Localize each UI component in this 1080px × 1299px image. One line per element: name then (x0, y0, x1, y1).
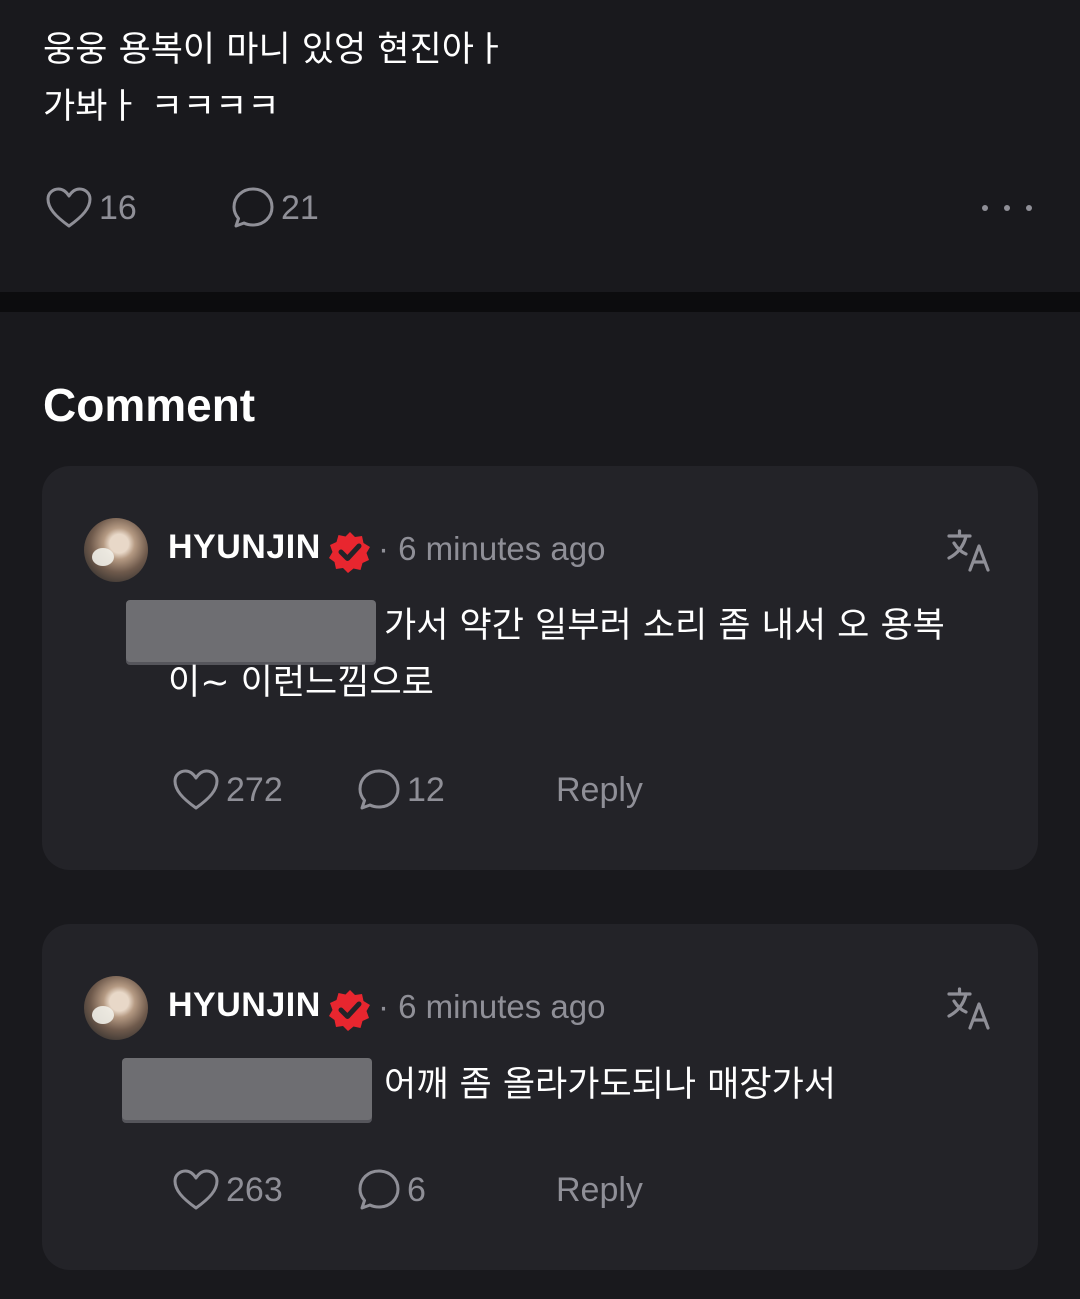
comment-text-line: 가서 약간 일부러 소리 좀 내서 오 용복 (384, 606, 945, 646)
more-dots-icon[interactable] (982, 200, 1032, 216)
comment-like-button[interactable]: 272 (172, 768, 283, 812)
comment-text-line: 어깨 좀 올라가도되나 매장가서 (384, 1065, 836, 1105)
comment-card: HYUNJIN · 6 minutes ago 가서 약간 일부러 소리 좀 내… (42, 466, 1038, 870)
reply-count: 12 (407, 770, 445, 809)
reply-button[interactable]: Reply (556, 771, 643, 810)
dot (982, 205, 988, 211)
comment-count: 21 (281, 188, 319, 227)
comment-time: · 6 minutes ago (378, 530, 606, 567)
comments-section: Comment HYUNJIN · 6 minutes ago 가서 약간 일부… (0, 312, 1080, 1299)
reply-count: 6 (407, 1170, 426, 1209)
post-like-button[interactable]: 16 (45, 186, 137, 230)
username[interactable]: HYUNJIN (168, 528, 321, 567)
dot (1026, 205, 1032, 211)
reply-button[interactable]: Reply (556, 1171, 643, 1210)
comment-bubble-icon (358, 1169, 400, 1210)
comments-title: Comment (43, 379, 256, 431)
like-count: 272 (226, 770, 283, 809)
post-text-line: 웅웅 용복이 마니 있엉 현진아ㅏ (43, 30, 507, 70)
comment-bubble-icon (358, 769, 400, 810)
comment-card: HYUNJIN · 6 minutes ago 어깨 좀 올라가도되나 매장가서 (42, 924, 1038, 1270)
avatar[interactable] (84, 518, 148, 582)
comment-text: 어깨 좀 올라가도되나 매장가서 (168, 1057, 1028, 1114)
section-divider (0, 292, 1080, 312)
comment-like-button[interactable]: 263 (172, 1168, 283, 1212)
verified-badge-icon (329, 532, 370, 573)
dot (1004, 205, 1010, 211)
comment-text: 가서 약간 일부러 소리 좀 내서 오 용복 이~ 이런느낌으로 (168, 598, 1028, 712)
comment-replies-button[interactable]: 6 (357, 1168, 426, 1212)
heart-icon (46, 187, 92, 228)
post: 웅웅 용복이 마니 있엉 현진아ㅏ 가봐ㅏ ㅋㅋㅋㅋ 16 21 (0, 0, 1080, 292)
comment-time: · 6 minutes ago (378, 988, 606, 1025)
post-comment-button[interactable]: 21 (231, 186, 319, 230)
heart-icon (173, 769, 219, 810)
comment-replies-button[interactable]: 12 (357, 768, 445, 812)
translate-icon[interactable] (946, 986, 992, 1032)
avatar[interactable] (84, 976, 148, 1040)
translate-icon[interactable] (946, 528, 992, 574)
post-text-line: 가봐ㅏ ㅋㅋㅋㅋ (43, 87, 280, 127)
like-count: 16 (99, 188, 137, 227)
verified-badge-icon (329, 990, 370, 1031)
like-count: 263 (226, 1170, 283, 1209)
comment-text-line: 이~ 이런느낌으로 (168, 663, 434, 703)
post-text: 웅웅 용복이 마니 있엉 현진아ㅏ 가봐ㅏ ㅋㅋㅋㅋ (43, 22, 643, 136)
heart-icon (173, 1169, 219, 1210)
username[interactable]: HYUNJIN (168, 986, 321, 1025)
comment-bubble-icon (232, 187, 274, 228)
